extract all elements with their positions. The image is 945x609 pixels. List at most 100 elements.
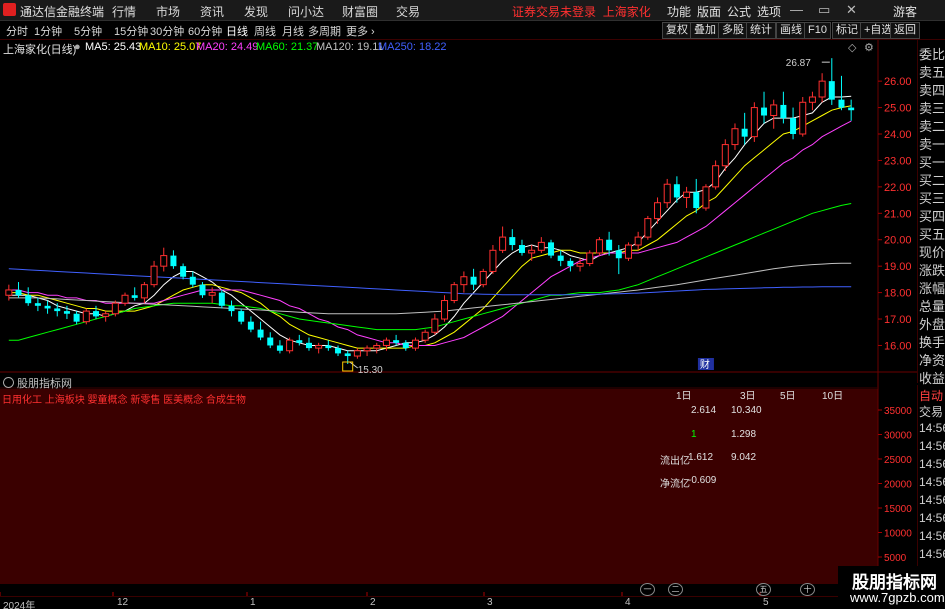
indicator-tick-label: 20000 bbox=[884, 480, 912, 491]
quote-label: 卖五 bbox=[919, 65, 945, 80]
price-tick-label: 21.00 bbox=[884, 208, 912, 220]
tick-time: 14:56 bbox=[919, 439, 945, 453]
candle-body-down bbox=[247, 321, 254, 330]
candle-body-down bbox=[780, 104, 787, 119]
flow-label: 流出亿 bbox=[660, 456, 690, 467]
candle-body-up bbox=[644, 218, 652, 238]
quote-label: 买四 bbox=[919, 209, 945, 224]
candle-body-down bbox=[305, 342, 312, 349]
candle-body-up bbox=[121, 294, 129, 304]
candle-body-up bbox=[111, 302, 119, 315]
tick-time: 14:56 bbox=[919, 511, 945, 525]
candle-body-up bbox=[102, 313, 110, 317]
cycle-button[interactable]: 五 bbox=[756, 583, 771, 596]
candle-body-down bbox=[218, 292, 225, 306]
ma-line-ma60 bbox=[8, 203, 852, 341]
candle-body-down bbox=[509, 237, 516, 246]
candle-body-down bbox=[238, 311, 245, 322]
cycle-button[interactable]: 一 bbox=[640, 583, 655, 596]
quote-label: 买五 bbox=[919, 227, 945, 242]
candle-body-up bbox=[441, 300, 449, 320]
candle-body-down bbox=[44, 305, 51, 309]
candle-body-up bbox=[140, 284, 148, 299]
flow-label: 净流亿 bbox=[660, 479, 690, 490]
price-tick-label: 26.00 bbox=[884, 76, 912, 88]
candle-body-up bbox=[150, 265, 158, 286]
candle-body-up bbox=[702, 186, 710, 209]
low-price-label: 15.30 bbox=[358, 365, 383, 376]
candle-body-up bbox=[712, 165, 720, 188]
candle-body-down bbox=[257, 329, 264, 338]
date-label: 12 bbox=[117, 597, 129, 608]
price-tick-label: 20.00 bbox=[884, 235, 912, 247]
quote-label: 外盘 bbox=[919, 317, 945, 332]
candle-body-down bbox=[693, 192, 700, 209]
tick-mode-label[interactable]: 自动 bbox=[919, 387, 943, 404]
candle-body-down bbox=[615, 250, 622, 259]
candle-body-down bbox=[92, 311, 99, 317]
candle-body-down bbox=[606, 239, 613, 251]
quote-label: 卖二 bbox=[919, 119, 945, 134]
indicator-toggle-icon[interactable] bbox=[3, 377, 14, 388]
candle-body-up bbox=[683, 191, 691, 198]
candle-body-down bbox=[63, 311, 70, 314]
cycle-button[interactable]: 二 bbox=[668, 583, 683, 596]
candle-body-down bbox=[344, 353, 351, 357]
quote-label: 换手 bbox=[919, 335, 945, 350]
flow-header: 1日 bbox=[676, 391, 692, 402]
kline-chart[interactable]: 26.00 25.00 24.00 23.00 22.00 21.00 20.00 19.00… bbox=[0, 0, 945, 609]
candle-body-up bbox=[431, 318, 439, 333]
tick-time: 14:56 bbox=[919, 457, 945, 471]
low-marker-line bbox=[349, 361, 359, 369]
candle-body-down bbox=[180, 266, 187, 277]
date-label: 3 bbox=[487, 597, 493, 608]
candle-body-up bbox=[382, 339, 390, 346]
ma-line-ma5 bbox=[8, 95, 852, 352]
price-tick-label: 17.00 bbox=[884, 314, 912, 326]
price-tick-label: 25.00 bbox=[884, 103, 912, 115]
flow-value: -0.609 bbox=[688, 475, 717, 486]
candle-body-up bbox=[818, 80, 826, 98]
flow-header: 10日 bbox=[822, 391, 844, 402]
candle-body-down bbox=[470, 276, 477, 285]
candle-body-down bbox=[267, 337, 274, 346]
candle-body-up bbox=[353, 350, 361, 357]
candle-body-down bbox=[673, 184, 680, 198]
candle-body-down bbox=[393, 340, 400, 343]
fund-flow-table: 1日 3日 5日 10日 2.614 10.340 1 1.298 流出亿 1.… bbox=[600, 391, 870, 512]
price-tick-label: 18.00 bbox=[884, 288, 912, 300]
candle-body-down bbox=[848, 107, 855, 111]
candle-body-up bbox=[595, 239, 603, 254]
candle-body-up bbox=[576, 263, 584, 267]
watermark-url: www.7gpzb.com bbox=[850, 590, 945, 605]
high-price-label: 26.87 bbox=[786, 58, 811, 69]
indicator-tick-label: 10000 bbox=[884, 529, 912, 540]
quote-label: 买一 bbox=[919, 155, 945, 170]
price-tick-label: 22.00 bbox=[884, 182, 912, 194]
indicator-tick-label: 30000 bbox=[884, 431, 912, 442]
quote-label: 卖一 bbox=[919, 137, 945, 152]
cycle-button[interactable]: 十 bbox=[800, 583, 815, 596]
watermark: 股朋指标网 www.7gpzb.com bbox=[838, 566, 945, 609]
candle-body-up bbox=[537, 241, 545, 251]
quote-label: 净资 bbox=[919, 353, 945, 368]
candle-body-down bbox=[741, 128, 748, 137]
candle-body-up bbox=[770, 104, 778, 117]
flow-header: 5日 bbox=[780, 391, 796, 402]
candle-body-up bbox=[750, 107, 758, 138]
tick-time: 14:56 bbox=[919, 529, 945, 543]
indicator-title[interactable]: 股朋指标网 bbox=[0, 375, 72, 390]
candle-body-up bbox=[808, 96, 816, 103]
quote-label: 总量 bbox=[919, 299, 945, 314]
candle-body-down bbox=[335, 348, 342, 354]
quote-label: 卖四 bbox=[919, 83, 945, 98]
price-tick-label: 24.00 bbox=[884, 129, 912, 141]
candle-body-up bbox=[586, 252, 594, 265]
quote-label: 卖三 bbox=[919, 101, 945, 116]
candle-body-down bbox=[761, 107, 768, 116]
quote-label: 委比 bbox=[919, 47, 945, 62]
candle-body-down bbox=[25, 295, 32, 304]
candle-body-down bbox=[189, 276, 196, 285]
quote-label: 涨幅 bbox=[919, 281, 945, 296]
candle-body-up bbox=[460, 276, 468, 286]
